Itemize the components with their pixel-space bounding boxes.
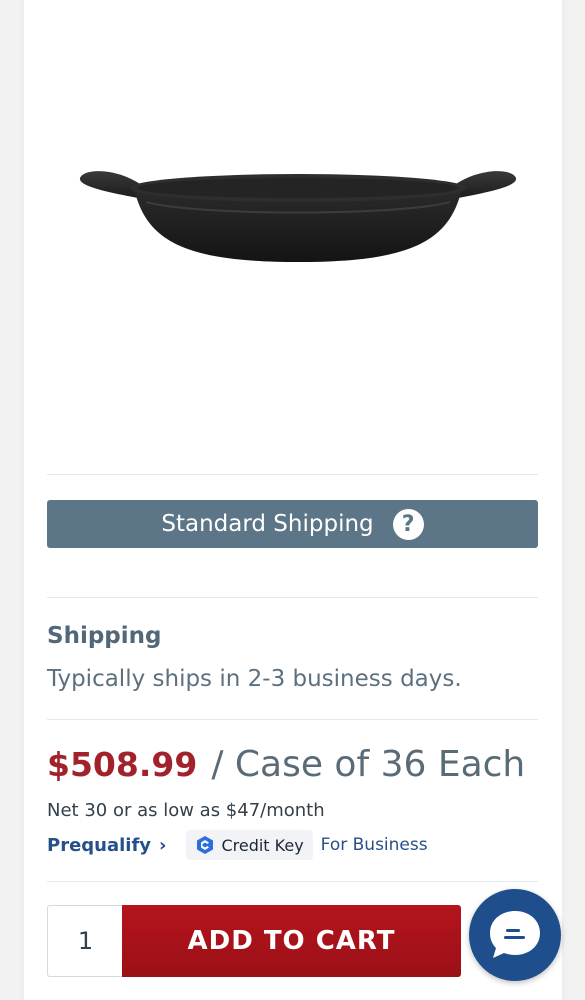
shipping-heading: Shipping (47, 623, 162, 649)
divider-shipping (47, 597, 538, 598)
for-business-link[interactable]: For Business (321, 835, 428, 855)
chevron-right-icon[interactable]: › (159, 835, 166, 856)
divider-price (47, 719, 538, 720)
standard-shipping-button[interactable]: Standard Shipping ? (47, 500, 538, 548)
divider-cart (47, 881, 538, 882)
prequalify-link[interactable]: Prequalify (47, 835, 151, 856)
standard-shipping-label: Standard Shipping (161, 511, 374, 537)
financing-text: Net 30 or as low as $47/month (47, 800, 325, 821)
chat-button[interactable] (469, 889, 561, 981)
price-value: $508.99 (47, 745, 198, 784)
quantity-input[interactable]: 1 (47, 905, 123, 977)
credit-key-label: Credit Key (221, 835, 304, 855)
help-question-icon[interactable]: ? (392, 508, 424, 540)
financing-row: Prequalify › Credit Key For Business (47, 830, 428, 860)
product-image[interactable] (76, 162, 520, 272)
chat-bubble-icon (490, 911, 540, 958)
price-unit: / Case of 36 Each (211, 744, 526, 785)
divider-top (47, 474, 538, 475)
add-to-cart-button[interactable]: ADD TO CART (122, 905, 461, 977)
credit-key-badge[interactable]: Credit Key (186, 830, 313, 860)
price-row: $508.99 / Case of 36 Each (47, 744, 525, 785)
shipping-description: Typically ships in 2-3 business days. (47, 666, 462, 692)
credit-key-logo-icon (197, 836, 214, 854)
